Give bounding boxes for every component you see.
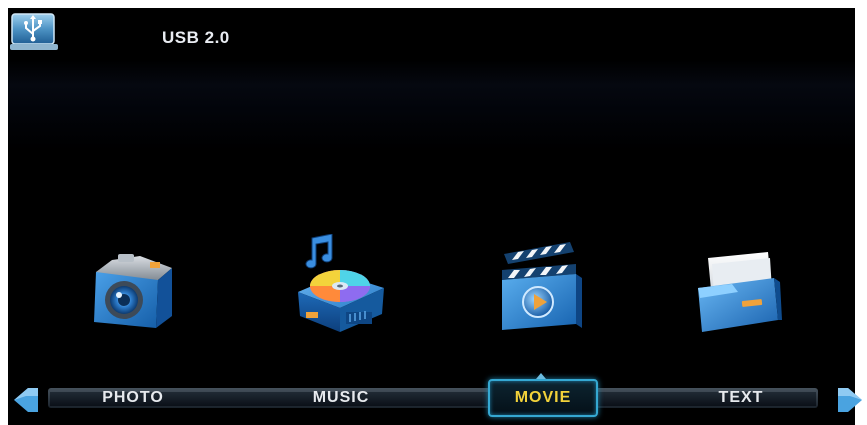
left-white-edge (0, 0, 8, 425)
text-tile[interactable] (694, 250, 786, 334)
source-label: USB 2.0 (162, 28, 230, 47)
usb-drive-icon (10, 12, 60, 54)
arrow-left-icon (14, 388, 38, 412)
right-white-edge (855, 0, 867, 425)
next-arrow[interactable] (836, 386, 866, 414)
camera-icon (94, 254, 172, 328)
nav-item-photo[interactable]: PHOTO (78, 383, 188, 413)
nav-item-text[interactable]: TEXT (686, 383, 796, 413)
document-folder-icon (698, 252, 782, 332)
nav-item-movie[interactable]: MOVIE (488, 379, 598, 417)
clapperboard-icon (502, 242, 582, 330)
selection-caret (536, 373, 546, 379)
prev-arrow[interactable] (10, 386, 40, 414)
movie-tile[interactable] (496, 240, 586, 336)
category-nav: PHOTO MUSIC MOVIE TEXT (38, 373, 828, 417)
arrow-right-icon (838, 388, 862, 412)
top-white-edge (0, 0, 867, 8)
music-disc-icon (298, 234, 384, 332)
photo-tile[interactable] (88, 248, 180, 336)
source-header: USB 2.0 (10, 12, 410, 56)
music-tile[interactable] (288, 234, 392, 336)
nav-item-music[interactable]: MUSIC (286, 383, 396, 413)
media-player-screen (0, 0, 867, 425)
